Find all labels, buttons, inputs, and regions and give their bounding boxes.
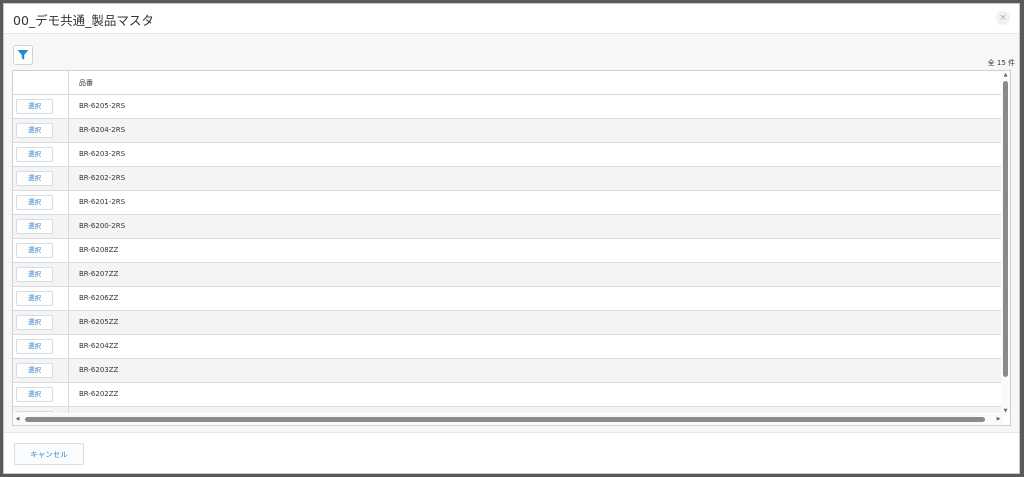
- part-number-cell: BR-6200-2RS: [79, 222, 126, 230]
- table-row: 選択 BR-6203-2RS: [13, 143, 1003, 167]
- select-cell: 選択: [13, 263, 69, 286]
- vertical-scroll-thumb[interactable]: [1003, 81, 1008, 377]
- table-row: 選択 BR-6203ZZ: [13, 359, 1003, 383]
- select-button[interactable]: 選択: [16, 411, 53, 413]
- record-count: 全 15 件: [987, 59, 1015, 67]
- select-button[interactable]: 選択: [16, 243, 53, 258]
- cancel-button[interactable]: キャンセル: [14, 443, 84, 465]
- column-header-select: [13, 71, 69, 94]
- select-button[interactable]: 選択: [16, 315, 53, 330]
- scroll-right-arrow[interactable]: ▶: [994, 414, 1003, 425]
- part-number-cell: BR-6204-2RS: [79, 126, 126, 134]
- table-row: 選択 BR-6205ZZ: [13, 311, 1003, 335]
- dialog-title: 00_デモ共通_製品マスタ: [13, 13, 154, 28]
- horizontal-scroll-thumb[interactable]: [25, 417, 985, 422]
- table-row: 選択 BR-6207ZZ: [13, 263, 1003, 287]
- dialog-footer: キャンセル: [4, 432, 1019, 473]
- vertical-scrollbar[interactable]: ▲ ▼: [1001, 71, 1010, 415]
- filter-button[interactable]: [13, 45, 33, 65]
- table-row: 選択BR-6201ZZ: [13, 407, 1003, 413]
- table-row: 選択 BR-6201-2RS: [13, 191, 1003, 215]
- close-button[interactable]: ×: [996, 11, 1010, 25]
- part-number-cell: BR-6203-2RS: [79, 150, 126, 158]
- column-header-part-number[interactable]: 品番: [79, 78, 93, 88]
- part-number-cell: BR-6205ZZ: [79, 318, 119, 326]
- select-cell: 選択: [13, 287, 69, 310]
- part-number-cell: BR-6208ZZ: [79, 246, 119, 254]
- part-number-cell: BR-6203ZZ: [79, 366, 119, 374]
- table-row: 選択 BR-6200-2RS: [13, 215, 1003, 239]
- table-row: 選択 BR-6204-2RS: [13, 119, 1003, 143]
- part-number-cell: BR-6206ZZ: [79, 294, 119, 302]
- select-cell: 選択: [13, 407, 69, 413]
- select-button[interactable]: 選択: [16, 147, 53, 162]
- select-button[interactable]: 選択: [16, 291, 53, 306]
- part-number-cell: BR-6202ZZ: [79, 390, 119, 398]
- select-button[interactable]: 選択: [16, 195, 53, 210]
- part-number-cell: BR-6205-2RS: [79, 102, 126, 110]
- select-cell: 選択: [13, 215, 69, 238]
- product-grid: 品番 選択 BR-6205-2RS 選択 BR-6204-2RS 選択 BR-6203-2…: [12, 70, 1011, 426]
- part-number-cell: BR-6201-2RS: [79, 198, 126, 206]
- select-cell: 選択: [13, 95, 69, 118]
- scroll-left-arrow[interactable]: ◀: [13, 414, 22, 425]
- select-cell: 選択: [13, 335, 69, 358]
- table-row: 選択 BR-6206ZZ: [13, 287, 1003, 311]
- product-master-dialog: 00_デモ共通_製品マスタ × 全 15 件 品番 選択 BR-6205-2RS 選…: [3, 3, 1020, 474]
- select-cell: 選択: [13, 359, 69, 382]
- dialog-body: 全 15 件 品番 選択 BR-6205-2RS 選択 BR-6204-2RS 選択 BR…: [4, 34, 1019, 434]
- filter-icon: [17, 50, 29, 60]
- select-cell: 選択: [13, 167, 69, 190]
- select-cell: 選択: [13, 143, 69, 166]
- table-row: 選択 BR-6208ZZ: [13, 239, 1003, 263]
- select-button[interactable]: 選択: [16, 387, 53, 402]
- grid-header: 品番: [13, 71, 1003, 95]
- table-row: 選択 BR-6205-2RS: [13, 95, 1003, 119]
- part-number-cell: BR-6202-2RS: [79, 174, 126, 182]
- select-cell: 選択: [13, 119, 69, 142]
- scroll-up-arrow[interactable]: ▲: [1001, 71, 1010, 79]
- select-button[interactable]: 選択: [16, 171, 53, 186]
- table-row: 選択 BR-6202-2RS: [13, 167, 1003, 191]
- table-row: 選択 BR-6204ZZ: [13, 335, 1003, 359]
- select-button[interactable]: 選択: [16, 219, 53, 234]
- grid-rows: 選択 BR-6205-2RS 選択 BR-6204-2RS 選択 BR-6203-2RS 選…: [13, 95, 1003, 413]
- select-cell: 選択: [13, 191, 69, 214]
- dialog-header: 00_デモ共通_製品マスタ ×: [4, 4, 1019, 34]
- select-button[interactable]: 選択: [16, 99, 53, 114]
- horizontal-scrollbar[interactable]: ◀ ▶: [13, 414, 1003, 425]
- select-cell: 選択: [13, 311, 69, 334]
- part-number-cell: BR-6207ZZ: [79, 270, 119, 278]
- table-row: 選択 BR-6202ZZ: [13, 383, 1003, 407]
- select-button[interactable]: 選択: [16, 267, 53, 282]
- select-cell: 選択: [13, 239, 69, 262]
- select-button[interactable]: 選択: [16, 363, 53, 378]
- select-button[interactable]: 選択: [16, 339, 53, 354]
- part-number-cell: BR-6204ZZ: [79, 342, 119, 350]
- select-button[interactable]: 選択: [16, 123, 53, 138]
- select-cell: 選択: [13, 383, 69, 406]
